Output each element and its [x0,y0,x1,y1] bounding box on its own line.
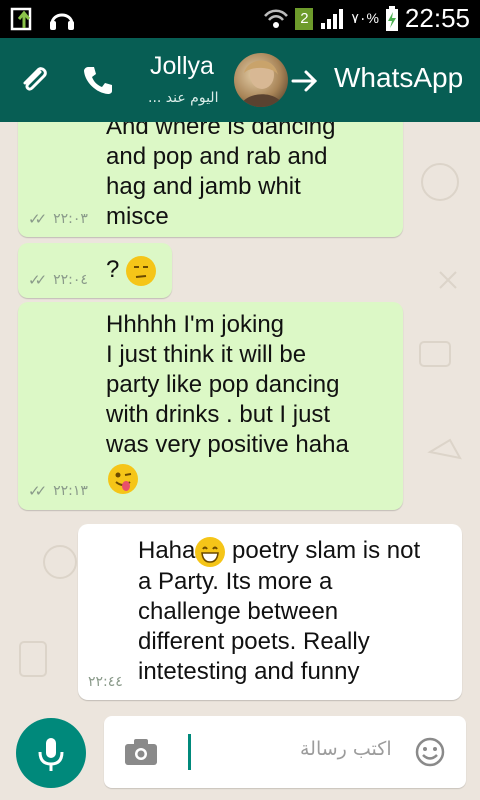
message-bubble[interactable]: Hhhhh I'm joking I just think it will be… [18,302,403,510]
message-input-placeholder: اكتب رسالة [300,738,392,760]
message-text: Haha poetry slam is not a Party. Its mor… [138,536,460,687]
text-cursor [188,734,191,770]
camera-icon[interactable] [124,738,158,766]
message-time: ٢٢:٠٣ [53,211,88,227]
signal-icon [321,8,344,29]
wifi-icon [264,9,289,28]
attach-icon[interactable] [16,62,52,98]
message-bubble[interactable]: ? ✓✓ ٢٢:٠٤ [18,243,172,298]
avatar[interactable] [234,53,288,107]
winking-tongue-emoji-icon [108,464,138,494]
battery-percentage: ٧٠% [351,10,379,26]
message-text-content: ? [106,256,127,283]
message-list[interactable]: And where is dancing and pop and rab and… [0,122,480,710]
message-text-part: Haha [138,537,196,564]
composer-bar: اكتب رسالة [0,710,480,800]
emoji-icon[interactable] [414,736,446,768]
message-time: ٢٢:١٣ [53,483,88,499]
message-bubble[interactable]: Haha poetry slam is not a Party. Its mor… [78,524,462,700]
chat-header: Jollya اليوم عند ... WhatsApp [0,38,480,122]
message-meta: ✓✓ ٢٢:٠٤ [28,271,88,289]
contact-last-seen: اليوم عند ... [148,90,219,106]
microphone-icon [38,738,64,771]
message-bubble[interactable]: And where is dancing and pop and rab and… [18,122,403,237]
grinning-emoji-icon [195,536,226,567]
double-check-icon: ✓✓ [28,271,47,289]
message-text: Hhhhh I'm joking I just think it will be… [106,311,349,458]
contact-name[interactable]: Jollya [150,52,214,81]
headphones-icon [50,13,74,30]
upload-notification-icon [10,7,32,31]
double-check-icon: ✓✓ [28,210,47,228]
clock: 22:55 [404,3,470,33]
arrow-right-icon [291,70,318,92]
message-meta: ٢٢:٤٤ [88,674,123,690]
mic-button[interactable] [16,718,86,788]
avatar-photo [240,60,284,107]
call-icon[interactable] [80,62,116,98]
status-bar: 2 ٧٠% 22:55 [0,0,480,38]
double-check-icon: ✓✓ [28,482,47,500]
message-text: ? [106,255,157,286]
message-input[interactable]: اكتب رسالة [104,716,466,788]
message-time: ٢٢:٤٤ [88,674,123,690]
message-time: ٢٢:٠٤ [53,272,88,288]
message-text: And where is dancing and pop and rab and… [106,122,336,230]
app-title: WhatsApp [334,62,464,93]
unamused-emoji-icon [126,255,157,286]
sim-badge: 2 [295,7,314,30]
message-meta: ✓✓ ٢٢:١٣ [28,482,88,500]
battery-charging-icon [385,5,398,31]
message-meta: ✓✓ ٢٢:٠٣ [28,210,88,228]
